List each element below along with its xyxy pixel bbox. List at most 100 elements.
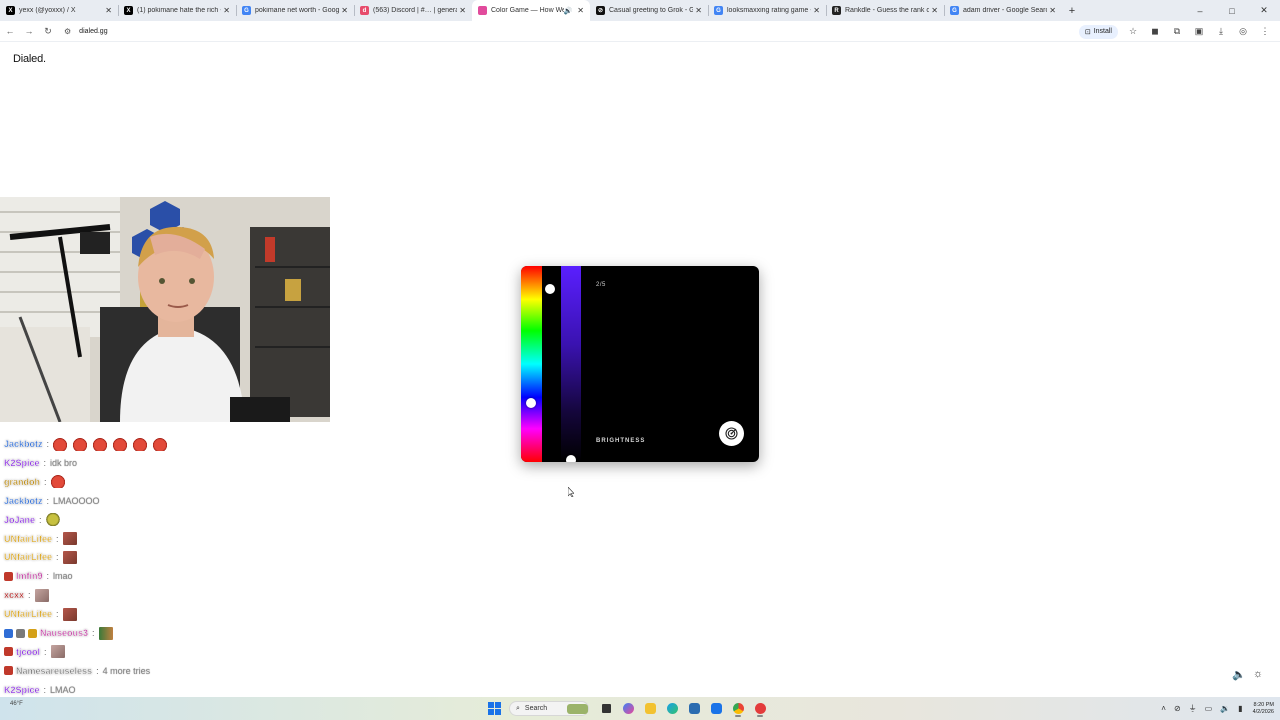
browser-tab[interactable]: Glooksmaxxing rating game - Go✕ xyxy=(708,0,826,21)
tab-close-icon[interactable]: ✕ xyxy=(341,6,348,15)
chat-separator: : xyxy=(56,552,59,563)
chat-separator: : xyxy=(39,514,42,525)
battery-icon[interactable]: ▮ xyxy=(1238,704,1242,713)
chat-username[interactable]: Imfin9 xyxy=(16,571,43,581)
puzzle-icon[interactable]: ⧉ xyxy=(1166,23,1188,40)
chat-username[interactable]: UNfairLifee xyxy=(4,533,52,543)
tab-title: Rankdle - Guess the rank or g… xyxy=(845,7,930,14)
discord-icon: d xyxy=(360,6,369,15)
reload-button[interactable]: ↻ xyxy=(39,22,57,40)
weather-widget[interactable]: 46°F xyxy=(10,701,23,707)
maximize-button[interactable]: □ xyxy=(1216,0,1248,21)
stream-chat: Jackbotz: K2Spice: idk bro grandoh: Jackbotz… xyxy=(0,436,330,720)
browser-tab[interactable]: d (563) Discord | #… | general ✕ xyxy=(354,0,472,21)
network-icon[interactable]: ▭ xyxy=(1205,704,1213,713)
google-icon: G xyxy=(950,6,959,15)
menu-icon[interactable]: ⋮ xyxy=(1254,23,1276,40)
chat-message: Namesarеuseless:4 more tries xyxy=(4,663,150,679)
tab-audio-icon[interactable]: 🔊 xyxy=(564,7,573,15)
volume-icon[interactable]: 🔉 xyxy=(1220,704,1230,713)
install-button[interactable]: ⊡ Install xyxy=(1078,24,1118,39)
chat-username[interactable]: Namesarеuseless xyxy=(16,666,92,676)
browser-tab[interactable]: R Rankdle - Guess the rank or g…✕ xyxy=(826,0,944,21)
emote-devil-icon xyxy=(53,437,68,451)
window-controls: – □ ✕ xyxy=(1184,0,1280,21)
chat-message: Nauseous3: xyxy=(4,625,119,641)
browser-tab[interactable]: Gpokimane net worth - Google Se✕ xyxy=(236,0,354,21)
chat-message: Jackbotz: LMAOOOO xyxy=(4,493,100,509)
tab-title: (1) pokimane hate the rich - Se xyxy=(137,7,221,14)
bookmark-star-icon[interactable]: ☆ xyxy=(1122,23,1144,40)
chat-separator: : xyxy=(46,571,50,582)
chat-username[interactable]: K2Spice xyxy=(4,458,40,468)
brand-logo[interactable]: Dialed. xyxy=(13,53,46,65)
chat-badge-icon xyxy=(4,666,13,676)
chat-separator: : xyxy=(92,628,95,638)
chat-username[interactable]: JoJane xyxy=(4,514,35,524)
windows-start-icon[interactable] xyxy=(488,702,501,715)
clock[interactable]: 8:20 PM 4/2/2026 xyxy=(1253,702,1274,716)
task-view-icon[interactable] xyxy=(596,700,616,717)
chat-username[interactable]: K2Spice xyxy=(4,685,40,695)
profile-icon[interactable]: ◎ xyxy=(1232,23,1254,40)
chat-message: xcxx: xyxy=(4,587,55,603)
hue-top-knob[interactable] xyxy=(545,284,555,294)
site-info-icon[interactable]: ⚙ xyxy=(64,27,71,36)
chat-username[interactable]: Nauseous3 xyxy=(40,628,88,638)
tab-close-icon[interactable]: ✕ xyxy=(813,6,820,15)
tab-close-icon[interactable]: ✕ xyxy=(1049,6,1056,15)
forward-button[interactable]: → xyxy=(20,22,38,40)
back-button[interactable]: ← xyxy=(1,22,19,40)
brightness-slider[interactable] xyxy=(561,266,581,462)
sound-toggle-icon[interactable]: 🔈 xyxy=(1232,668,1246,681)
copilot-icon[interactable] xyxy=(618,700,638,717)
chat-message: tjcool: xyxy=(4,644,71,660)
obs-icon[interactable] xyxy=(750,700,770,717)
download-icon[interactable]: ⤓ xyxy=(1210,23,1232,40)
tab-close-icon[interactable]: ✕ xyxy=(695,6,702,15)
split-view-icon[interactable]: ▣ xyxy=(1188,23,1210,40)
usb-icon[interactable]: ⏚ xyxy=(1189,703,1197,714)
chat-message: K2Spice: LMAO xyxy=(4,682,76,698)
chat-username[interactable]: tjcool xyxy=(16,647,40,657)
edge-icon[interactable] xyxy=(662,700,682,717)
chevron-up-icon[interactable]: ˄ xyxy=(1161,704,1166,713)
tab-close-icon[interactable]: ✕ xyxy=(223,6,230,15)
chat-username[interactable]: Jackbotz xyxy=(4,496,43,506)
emote-pic-icon xyxy=(62,550,77,564)
brightness-slider-knob[interactable] xyxy=(566,455,576,462)
chat-badge-icon xyxy=(4,571,13,581)
tab-close-icon[interactable]: ✕ xyxy=(459,6,466,15)
chat-username[interactable]: Jackbotz xyxy=(4,439,43,449)
tab-close-icon[interactable]: ✕ xyxy=(931,6,938,15)
tab-title: Color Game — How Well C… xyxy=(491,7,564,14)
chat-username[interactable]: UNfairLifee xyxy=(4,609,52,619)
chat-username[interactable]: grandoh xyxy=(4,477,40,487)
new-tab-button[interactable]: + xyxy=(1062,5,1082,17)
chat-username[interactable]: UNfairLifee xyxy=(4,552,52,562)
file-explorer-icon[interactable] xyxy=(640,700,660,717)
browser-tab[interactable]: ⊘ Casual greeting to Grok - Grok✕ xyxy=(590,0,708,21)
browser-tab[interactable]: X (1) pokimane hate the rich - Se✕ xyxy=(118,0,236,21)
chat-username[interactable]: xcxx xyxy=(4,590,24,600)
browser-tab[interactable]: Gadam driver - Google Search ✕ xyxy=(944,0,1062,21)
chat-badge-icon xyxy=(16,628,25,638)
browser-tab[interactable]: Xyexx (@yoxxx) / X ✕ xyxy=(0,0,118,21)
extension-icon[interactable]: ◼ xyxy=(1144,23,1166,40)
tab-close-icon[interactable]: ✕ xyxy=(105,6,112,15)
submit-guess-button[interactable] xyxy=(719,421,744,446)
chat-separator: : xyxy=(96,665,99,676)
browser-tab[interactable]: Color Game — How Well C…🔊 ✕ xyxy=(472,0,590,21)
taskbar-search[interactable]: ⌕ Search xyxy=(509,701,589,716)
hue-slider[interactable] xyxy=(521,266,542,462)
store-icon[interactable] xyxy=(684,700,704,717)
address-bar[interactable]: ⚙ dialed.gg xyxy=(58,24,1090,39)
theme-toggle-icon[interactable]: ☼ xyxy=(1253,668,1263,680)
close-window-button[interactable]: ✕ xyxy=(1248,0,1280,21)
mute-icon[interactable]: ⊘ xyxy=(1174,704,1181,713)
chrome-icon[interactable] xyxy=(728,700,748,717)
minimize-button[interactable]: – xyxy=(1184,0,1216,21)
tab-close-icon[interactable]: ✕ xyxy=(577,6,584,15)
mail-icon[interactable] xyxy=(706,700,726,717)
chat-separator: : xyxy=(43,457,47,468)
